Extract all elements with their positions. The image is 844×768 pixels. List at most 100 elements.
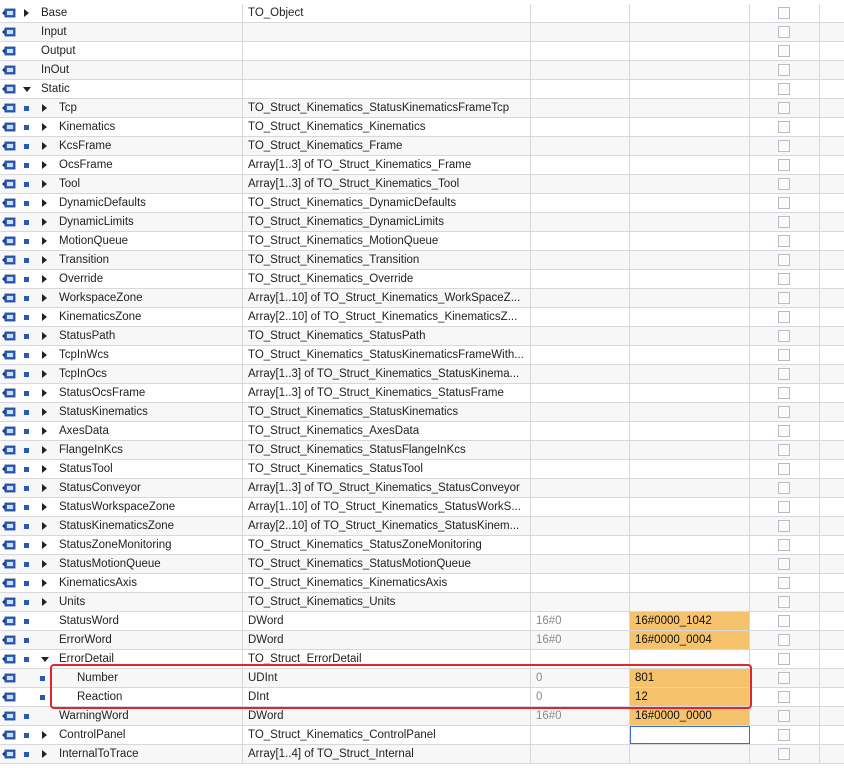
tag-name-cell[interactable]: TcpInOcs: [19, 365, 243, 383]
retain-checkbox[interactable]: [778, 444, 790, 456]
table-row[interactable]: StatusConveyor Array[1..3] of TO_Struct_K…: [0, 479, 844, 498]
table-row[interactable]: MotionQueue TO_Struct_Kinematics_MotionQu…: [0, 232, 844, 251]
tag-name-cell[interactable]: DynamicDefaults: [19, 194, 243, 212]
tag-name-cell[interactable]: Override: [19, 270, 243, 288]
data-type-cell[interactable]: TO_Struct_Kinematics_Transition: [244, 251, 531, 269]
table-row[interactable]: DynamicDefaults TO_Struct_Kinematics_Dyna…: [0, 194, 844, 213]
data-type-cell[interactable]: Array[1..10] of TO_Struct_Kinematics_Wor…: [244, 289, 531, 307]
data-type-cell[interactable]: Array[2..10] of TO_Struct_Kinematics_Sta…: [244, 517, 531, 535]
data-type-cell[interactable]: DWord: [244, 612, 531, 630]
expand-icon[interactable]: [42, 313, 47, 321]
monitor-value-cell[interactable]: [630, 460, 750, 478]
table-row[interactable]: WorkspaceZone Array[1..10] of TO_Struct_K…: [0, 289, 844, 308]
retain-checkbox[interactable]: [778, 520, 790, 532]
table-row[interactable]: Number UDInt 0 801: [0, 669, 844, 688]
tag-name-cell[interactable]: Tcp: [19, 99, 243, 117]
data-type-cell[interactable]: TO_Struct_Kinematics_StatusKinematicsFra…: [244, 346, 531, 364]
expand-icon[interactable]: [42, 180, 47, 188]
start-value-cell[interactable]: [531, 270, 630, 288]
table-row[interactable]: Tcp TO_Struct_Kinematics_StatusKinematics…: [0, 99, 844, 118]
expand-icon[interactable]: [42, 484, 47, 492]
tag-name-cell[interactable]: Input: [19, 23, 243, 41]
retain-checkbox[interactable]: [778, 330, 790, 342]
start-value-cell[interactable]: [531, 593, 630, 611]
table-row[interactable]: Output: [0, 42, 844, 61]
data-type-cell[interactable]: [244, 23, 531, 41]
data-type-cell[interactable]: TO_Struct_Kinematics_StatusTool: [244, 460, 531, 478]
tag-name-cell[interactable]: WarningWord: [19, 707, 243, 725]
retain-checkbox[interactable]: [778, 596, 790, 608]
table-row[interactable]: WarningWord DWord 16#0 16#0000_0000: [0, 707, 844, 726]
start-value-cell[interactable]: [531, 384, 630, 402]
data-type-cell[interactable]: TO_Struct_Kinematics_AxesData: [244, 422, 531, 440]
retain-checkbox[interactable]: [778, 178, 790, 190]
data-type-cell[interactable]: TO_Struct_ErrorDetail: [244, 650, 531, 668]
tag-name-cell[interactable]: StatusWorkspaceZone: [19, 498, 243, 516]
tag-name-cell[interactable]: ControlPanel: [19, 726, 243, 744]
tag-name-cell[interactable]: MotionQueue: [19, 232, 243, 250]
tag-name-cell[interactable]: KinematicsZone: [19, 308, 243, 326]
retain-checkbox[interactable]: [778, 7, 790, 19]
tag-name-cell[interactable]: Output: [19, 42, 243, 60]
tag-name-cell[interactable]: StatusMotionQueue: [19, 555, 243, 573]
tag-name-cell[interactable]: Base: [19, 4, 243, 22]
start-value-cell[interactable]: [531, 346, 630, 364]
expand-icon[interactable]: [42, 142, 47, 150]
table-row[interactable]: StatusPath TO_Struct_Kinematics_StatusPat…: [0, 327, 844, 346]
retain-checkbox[interactable]: [778, 292, 790, 304]
tag-name-cell[interactable]: KcsFrame: [19, 137, 243, 155]
retain-checkbox[interactable]: [778, 653, 790, 665]
start-value-cell[interactable]: [531, 403, 630, 421]
monitor-value-cell[interactable]: [630, 384, 750, 402]
retain-checkbox[interactable]: [778, 748, 790, 760]
monitor-value-cell[interactable]: [630, 593, 750, 611]
start-value-cell[interactable]: [531, 213, 630, 231]
retain-checkbox[interactable]: [778, 501, 790, 513]
monitor-value-cell[interactable]: [630, 574, 750, 592]
retain-checkbox[interactable]: [778, 710, 790, 722]
start-value-cell[interactable]: [531, 441, 630, 459]
tag-name-cell[interactable]: Number: [19, 669, 243, 687]
table-row[interactable]: StatusMotionQueue TO_Struct_Kinematics_St…: [0, 555, 844, 574]
data-type-cell[interactable]: TO_Struct_Kinematics_ControlPanel: [244, 726, 531, 744]
data-type-cell[interactable]: TO_Struct_Kinematics_StatusKinematicsFra…: [244, 99, 531, 117]
data-type-cell[interactable]: DWord: [244, 631, 531, 649]
start-value-cell[interactable]: [531, 308, 630, 326]
start-value-cell[interactable]: [531, 232, 630, 250]
data-type-cell[interactable]: TO_Struct_Kinematics_KinematicsAxis: [244, 574, 531, 592]
start-value-cell[interactable]: [531, 61, 630, 79]
data-type-cell[interactable]: DInt: [244, 688, 531, 706]
start-value-cell[interactable]: [531, 156, 630, 174]
monitor-value-cell[interactable]: [630, 403, 750, 421]
table-row[interactable]: StatusKinematicsZone Array[2..10] of TO_S…: [0, 517, 844, 536]
expand-icon[interactable]: [42, 237, 47, 245]
tag-name-cell[interactable]: ErrorDetail: [19, 650, 243, 668]
expand-icon[interactable]: [42, 123, 47, 131]
retain-checkbox[interactable]: [778, 159, 790, 171]
table-row[interactable]: Units TO_Struct_Kinematics_Units: [0, 593, 844, 612]
data-type-cell[interactable]: TO_Struct_Kinematics_StatusKinematics: [244, 403, 531, 421]
tag-name-cell[interactable]: Transition: [19, 251, 243, 269]
start-value-cell[interactable]: [531, 745, 630, 763]
monitor-value-cell[interactable]: [630, 555, 750, 573]
tag-name-cell[interactable]: Reaction: [19, 688, 243, 706]
data-type-cell[interactable]: UDInt: [244, 669, 531, 687]
table-row[interactable]: TcpInWcs TO_Struct_Kinematics_StatusKinem…: [0, 346, 844, 365]
tag-name-cell[interactable]: ErrorWord: [19, 631, 243, 649]
monitor-value-cell[interactable]: 16#0000_1042: [630, 612, 750, 630]
start-value-cell[interactable]: [531, 118, 630, 136]
start-value-cell[interactable]: [531, 479, 630, 497]
start-value-cell[interactable]: [531, 498, 630, 516]
monitor-value-cell[interactable]: [630, 346, 750, 364]
expand-icon[interactable]: [42, 370, 47, 378]
table-row[interactable]: StatusTool TO_Struct_Kinematics_StatusToo…: [0, 460, 844, 479]
start-value-cell[interactable]: [531, 365, 630, 383]
collapse-icon[interactable]: [41, 657, 49, 662]
monitor-value-cell[interactable]: 12: [630, 688, 750, 706]
retain-checkbox[interactable]: [778, 463, 790, 475]
start-value-cell[interactable]: [531, 4, 630, 22]
data-type-cell[interactable]: Array[1..10] of TO_Struct_Kinematics_Sta…: [244, 498, 531, 516]
retain-checkbox[interactable]: [778, 615, 790, 627]
retain-checkbox[interactable]: [778, 197, 790, 209]
tag-name-cell[interactable]: OcsFrame: [19, 156, 243, 174]
